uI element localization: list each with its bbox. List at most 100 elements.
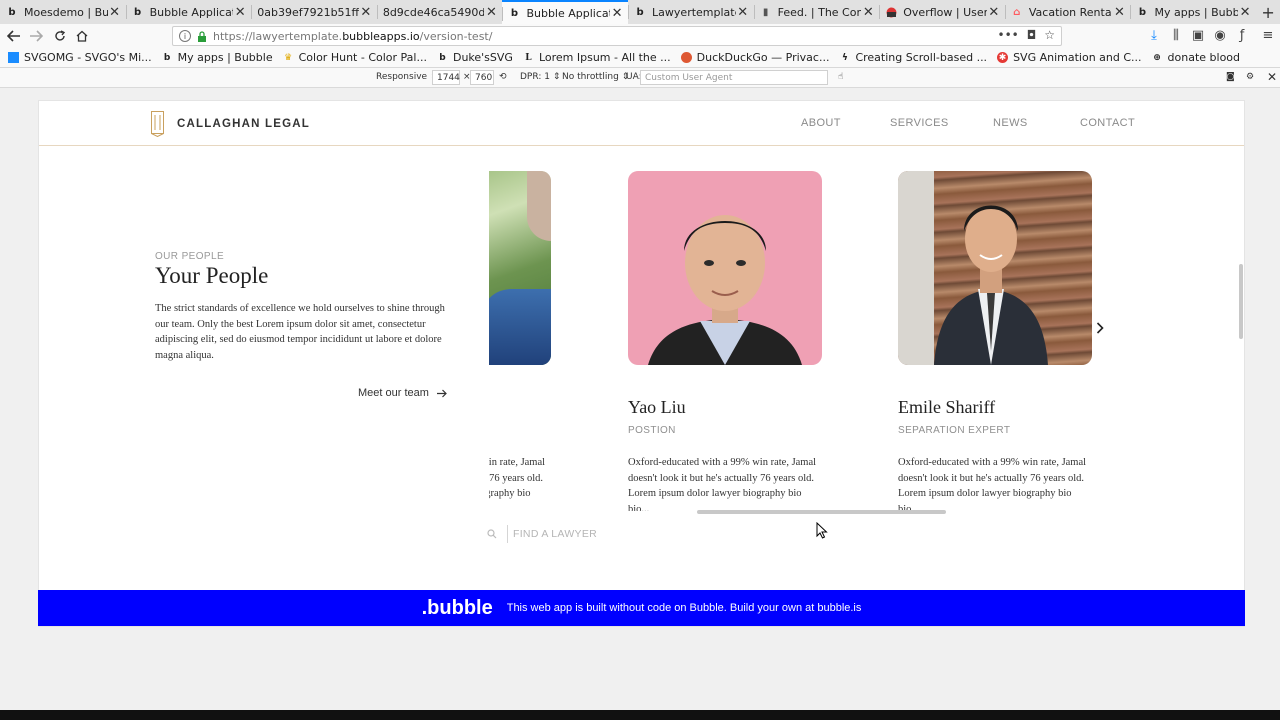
tab-title: 0ab39ef7921b51ff67	[257, 5, 359, 19]
reload-icon[interactable]	[50, 27, 70, 45]
settings-icon[interactable]: ⚙	[1246, 72, 1254, 82]
rotate-icon[interactable]: ⟲	[499, 72, 507, 82]
tab[interactable]: ▮ Feed. | The Compl ✕	[753, 0, 880, 24]
tab-strip: b Moesdemo | Bubb ✕ b Bubble Applicatio …	[0, 0, 1280, 24]
find-lawyer-search[interactable]: FIND A LAWYER	[487, 525, 597, 543]
logo-icon	[151, 111, 164, 137]
duckduckgo-icon	[680, 52, 692, 63]
close-icon[interactable]: ✕	[736, 5, 750, 20]
bubble-b-icon: b	[636, 6, 644, 18]
device-select[interactable]: Responsive ⇕	[376, 72, 437, 82]
bookmark-item[interactable]: ✱ SVG Animation and C...	[997, 51, 1142, 64]
close-icon[interactable]: ✕	[1238, 5, 1252, 20]
sidebar-icon[interactable]: ▣	[1190, 27, 1206, 43]
info-icon[interactable]: i	[179, 30, 191, 42]
nav-news[interactable]: NEWS	[993, 117, 1028, 129]
overflow-icon	[885, 6, 897, 18]
tab-title: Lawyertemplate |	[652, 5, 736, 19]
bubble-logo[interactable]: .bubble	[422, 597, 493, 620]
carousel-scrollbar[interactable]	[697, 510, 946, 514]
team-name: Yao Liu	[628, 397, 686, 417]
tab[interactable]: Overflow | User fl ✕	[879, 0, 1005, 24]
height-input[interactable]: 760	[470, 70, 494, 85]
web-page: CALLAGHAN LEGAL ABOUT SERVICES NEWS CONT…	[38, 100, 1245, 627]
close-icon[interactable]: ✕	[610, 6, 624, 21]
user-agent-input[interactable]: Custom User Agent	[640, 70, 828, 85]
section-title: Your People	[155, 263, 269, 288]
close-icon[interactable]: ✕	[1112, 5, 1126, 20]
tab[interactable]: b My apps | Bubble ✕	[1130, 0, 1256, 24]
team-carousel[interactable]: Oxford-educated with a 99% win rate, Jam…	[489, 171, 1099, 511]
close-icon[interactable]: ✕	[1267, 70, 1277, 84]
page-scrollbar[interactable]	[1239, 264, 1243, 339]
close-icon[interactable]: ✕	[233, 5, 247, 20]
tab[interactable]: 8d9cde46ca5490d53 ✕	[376, 0, 503, 24]
meet-team-link[interactable]: Meet our team	[358, 387, 447, 399]
account-icon[interactable]: ◉	[1212, 27, 1228, 43]
tab-active[interactable]: b Bubble Applicatio ✕	[502, 0, 629, 24]
url-actions: ••• ◘ ☆	[998, 28, 1056, 42]
team-card[interactable]: Oxford-educated with a 99% win rate, Jam…	[489, 171, 553, 499]
navigation-bar: i https://lawyertemplate.bubbleapps.io/v…	[0, 24, 1280, 48]
bookmark-item[interactable]: L Lorem Ipsum - All the ...	[523, 51, 670, 64]
nav-services[interactable]: SERVICES	[890, 117, 949, 129]
team-photo	[489, 171, 551, 365]
tab-title: Moesdemo | Bubb	[24, 5, 108, 19]
team-bio: Oxford-educated with a 99% win rate, Jam…	[628, 457, 817, 511]
close-icon[interactable]: ✕	[108, 5, 122, 20]
more-actions-icon[interactable]: •••	[998, 28, 1019, 42]
bookmark-item[interactable]: DuckDuckGo — Privac...	[680, 51, 829, 64]
team-position: SEPARATION EXPERT	[898, 425, 1011, 436]
close-icon[interactable]: ✕	[484, 5, 498, 20]
bookmark-item[interactable]: ⊕ donate blood	[1152, 51, 1240, 64]
forward-icon[interactable]	[26, 27, 46, 45]
colorhunt-icon: ♛	[284, 52, 293, 63]
bookmark-item[interactable]: b Duke'sSVG	[437, 51, 513, 64]
bubble-b-icon: b	[439, 52, 446, 63]
close-icon[interactable]: ✕	[359, 5, 373, 20]
url-bar[interactable]: i https://lawyertemplate.bubbleapps.io/v…	[172, 26, 1062, 46]
star-icon[interactable]: ☆	[1044, 28, 1055, 42]
team-card[interactable]: Emile Shariff SEPARATION EXPERT Oxford-e…	[898, 171, 1094, 511]
screenshot-icon[interactable]: ◙	[1226, 72, 1235, 82]
tab-title: Feed. | The Compl	[777, 5, 862, 19]
carousel-next-icon[interactable]	[1094, 321, 1106, 335]
bookmark-item[interactable]: SVGOMG - SVGO's Mi...	[8, 51, 152, 64]
script-icon[interactable]: ƒ	[1234, 27, 1250, 43]
back-icon[interactable]	[4, 27, 24, 45]
search-icon	[487, 529, 497, 539]
team-photo	[898, 171, 1092, 365]
width-input[interactable]: 1744	[432, 70, 460, 85]
pocket-icon[interactable]: ◘	[1027, 28, 1037, 42]
bookmark-item[interactable]: b My apps | Bubble	[162, 51, 273, 64]
tab[interactable]: ⌂ Vacation Rentals, ✕	[1004, 0, 1131, 24]
airbnb-icon: ⌂	[1013, 6, 1021, 18]
tab-title: My apps | Bubble	[1154, 5, 1239, 19]
bookmark-item[interactable]: ϟ Creating Scroll-based ...	[839, 51, 987, 64]
logo-text[interactable]: CALLAGHAN LEGAL	[177, 118, 310, 130]
tab[interactable]: b Lawyertemplate | ✕	[628, 0, 754, 24]
download-icon[interactable]: ⤓	[1146, 27, 1162, 43]
nav-about[interactable]: ABOUT	[801, 117, 841, 129]
library-icon[interactable]: ⫼	[1168, 27, 1184, 43]
menu-icon[interactable]: ≡	[1260, 27, 1276, 43]
close-icon[interactable]: ✕	[987, 5, 1001, 20]
nav-contact[interactable]: CONTACT	[1080, 117, 1135, 129]
bubble-banner[interactable]: .bubble This web app is built without co…	[38, 590, 1245, 626]
bubble-b-icon: b	[510, 7, 519, 19]
new-tab-button[interactable]: +	[1256, 0, 1280, 24]
dpr-select[interactable]: DPR: 1 ⇕	[520, 72, 560, 82]
portrait-image	[648, 215, 802, 365]
throttle-select[interactable]: No throttling ⇕	[562, 72, 629, 82]
home-icon[interactable]	[72, 27, 92, 45]
bookmark-item[interactable]: ♛ Color Hunt - Color Pal...	[283, 51, 427, 64]
close-icon[interactable]: ✕	[861, 5, 875, 20]
team-position: POSTION	[628, 425, 676, 436]
team-card[interactable]: Yao Liu POSTION Oxford-educated with a 9…	[628, 171, 824, 511]
code-icon: ϟ	[841, 52, 848, 63]
tab[interactable]: b Bubble Applicatio ✕	[125, 0, 252, 24]
touch-icon[interactable]: ☝	[838, 72, 843, 82]
tab[interactable]: b Moesdemo | Bubb ✕	[0, 0, 126, 24]
tab[interactable]: 0ab39ef7921b51ff67 ✕	[251, 0, 377, 24]
responsive-design-toolbar: Responsive ⇕ 1744 × 760 ⟲ DPR: 1 ⇕ No th…	[0, 68, 1280, 88]
